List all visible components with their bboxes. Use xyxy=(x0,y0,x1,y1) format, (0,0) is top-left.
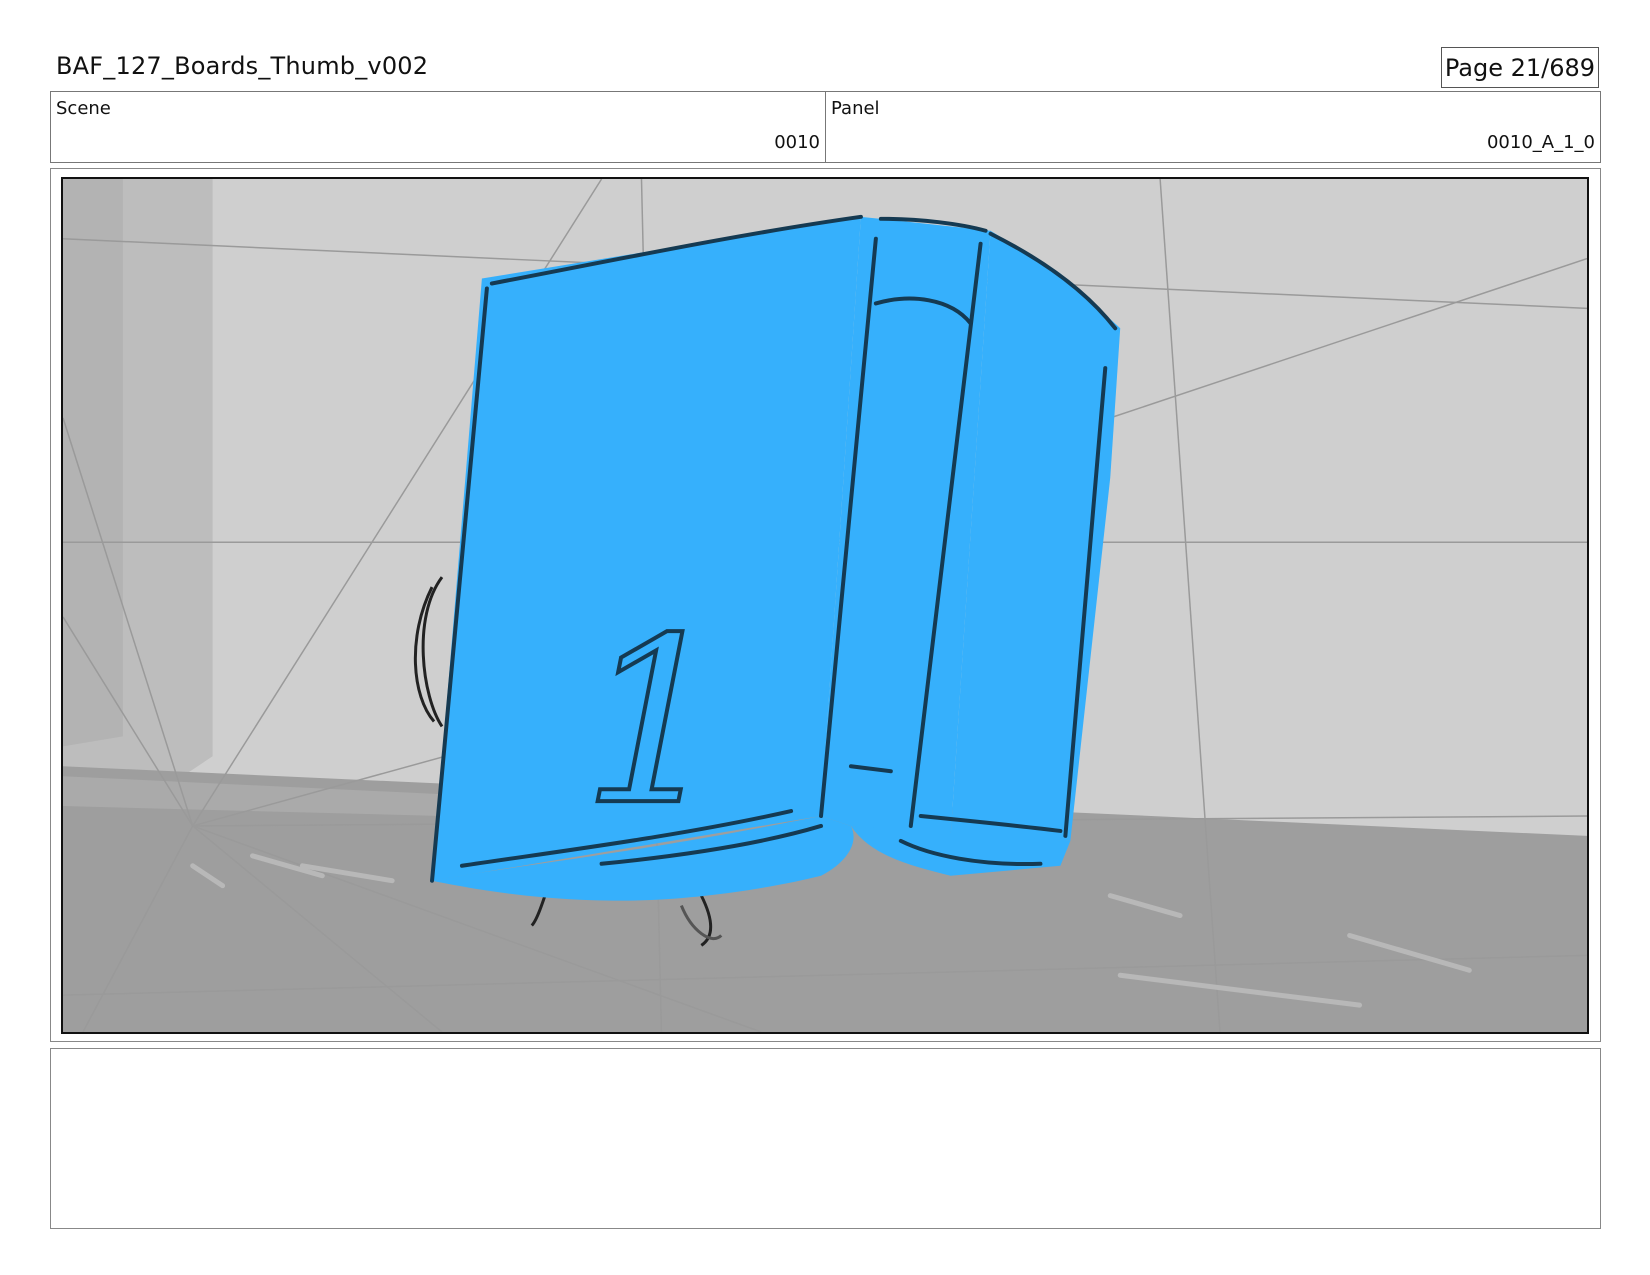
document-title: BAF_127_Boards_Thumb_v002 xyxy=(56,52,429,80)
panel-label: Panel xyxy=(831,98,880,119)
panel-notes-box xyxy=(50,1048,1601,1229)
page-indicator: Page 21/689 xyxy=(1441,47,1599,88)
left-pillar-dark xyxy=(63,179,123,747)
scene-cell: Scene 0010 xyxy=(51,92,826,162)
info-row: Scene 0010 Panel 0010_A_1_0 xyxy=(50,91,1601,163)
storyboard-panel-image: 1 xyxy=(61,177,1589,1034)
panel-cell: Panel 0010_A_1_0 xyxy=(826,92,1600,162)
scene-value: 0010 xyxy=(774,132,820,153)
storyboard-drawing: 1 xyxy=(63,179,1587,1032)
scene-label: Scene xyxy=(56,98,111,119)
panel-value: 0010_A_1_0 xyxy=(1486,132,1595,153)
book-cover-numeral: 1 xyxy=(582,589,728,856)
